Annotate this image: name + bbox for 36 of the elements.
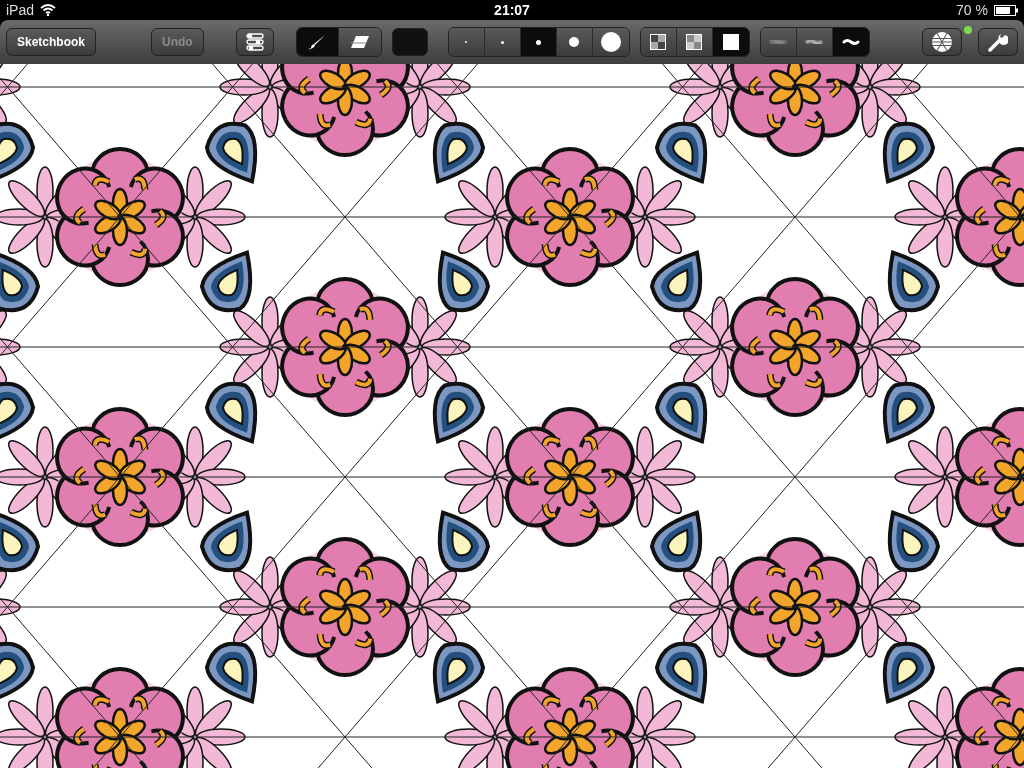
eraser-icon [349,35,370,49]
brush-size-selector[interactable] [447,27,630,57]
stroke-icon [840,37,861,47]
opacity-icon [722,34,739,50]
tool-segment[interactable] [338,28,381,56]
clock: 21:07 [494,2,530,18]
hardness-segment[interactable] [832,28,869,56]
dot-icon [500,40,504,44]
opacity-icon [650,34,667,50]
dot-icon [600,32,621,52]
settings-button[interactable] [978,28,1018,56]
brush-icon [308,34,327,50]
wifi-icon [40,4,57,16]
color-swatch[interactable] [391,28,428,56]
brush-size-segment[interactable] [556,28,593,56]
tool-selector[interactable] [295,27,382,57]
symmetry-button[interactable] [922,28,962,56]
opacity-segment[interactable] [676,28,713,56]
dot-icon [569,37,580,47]
sliders-icon [245,33,264,51]
stroke-icon [804,37,825,47]
opacity-segment[interactable] [640,28,677,56]
brush-size-segment[interactable] [592,28,629,56]
battery-icon [994,4,1018,16]
hardness-segment[interactable] [796,28,833,56]
wrench-icon [988,32,1008,52]
opacity-icon [686,34,703,50]
brush-settings-button[interactable] [235,28,274,56]
opacity-segment[interactable] [712,28,749,56]
device-name: iPad [6,2,35,18]
opacity-selector[interactable] [639,27,750,57]
dot-icon [535,39,541,45]
sketchbook-button[interactable]: Sketchbook [6,28,96,56]
stroke-icon [768,37,789,47]
battery-percent: 70 % [956,2,988,18]
hardness-selector[interactable] [759,27,870,57]
